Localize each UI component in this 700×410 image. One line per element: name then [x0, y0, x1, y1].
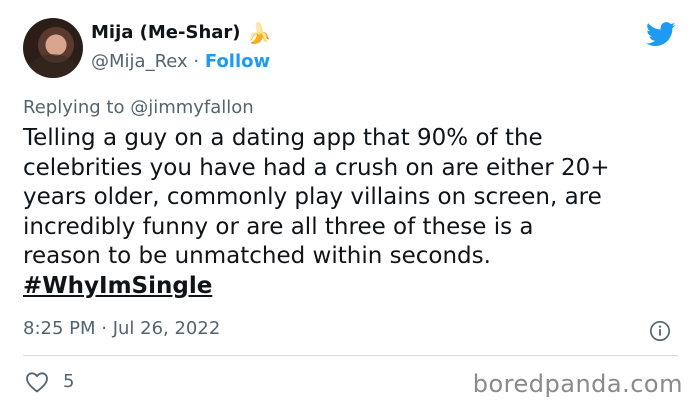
tweet-body-line: incredibly funny or are all three of the…: [23, 213, 534, 240]
watermark: boredpanda.com: [472, 370, 683, 398]
separator-dot: ·: [193, 51, 200, 72]
avatar[interactable]: [23, 18, 83, 78]
banana-emoji-icon: 🍌: [246, 20, 272, 45]
tweet-body-line: reason to be unmatched within seconds.: [23, 243, 491, 269]
divider: [23, 355, 678, 356]
twitter-bird-icon[interactable]: [646, 22, 676, 47]
info-icon[interactable]: [649, 320, 671, 342]
tweet-body: Telling a guy on a dating app that 90% o…: [23, 124, 683, 301]
author-handle-row: @Mija_Rex · Follow: [91, 51, 270, 72]
author-handle[interactable]: @Mija_Rex: [91, 51, 188, 72]
tweet-body-line: celebrities you have had a crush on are …: [23, 154, 610, 181]
tweet-body-line: Telling a guy on a dating app that 90% o…: [23, 125, 543, 151]
replying-to[interactable]: Replying to @jimmyfallon: [23, 97, 254, 118]
tweet-body-line: years older, commonly play villains on s…: [23, 184, 602, 210]
like-count: 5: [63, 371, 75, 392]
author-name-row: Mija (Me-Shar) 🍌: [91, 22, 271, 43]
hashtag-link[interactable]: #WhyImSingle: [23, 272, 212, 302]
heart-icon[interactable]: [25, 371, 49, 393]
timestamp[interactable]: 8:25 PM · Jul 26, 2022: [23, 318, 220, 339]
follow-button[interactable]: Follow: [205, 51, 270, 72]
author-name[interactable]: Mija (Me-Shar): [91, 22, 241, 43]
